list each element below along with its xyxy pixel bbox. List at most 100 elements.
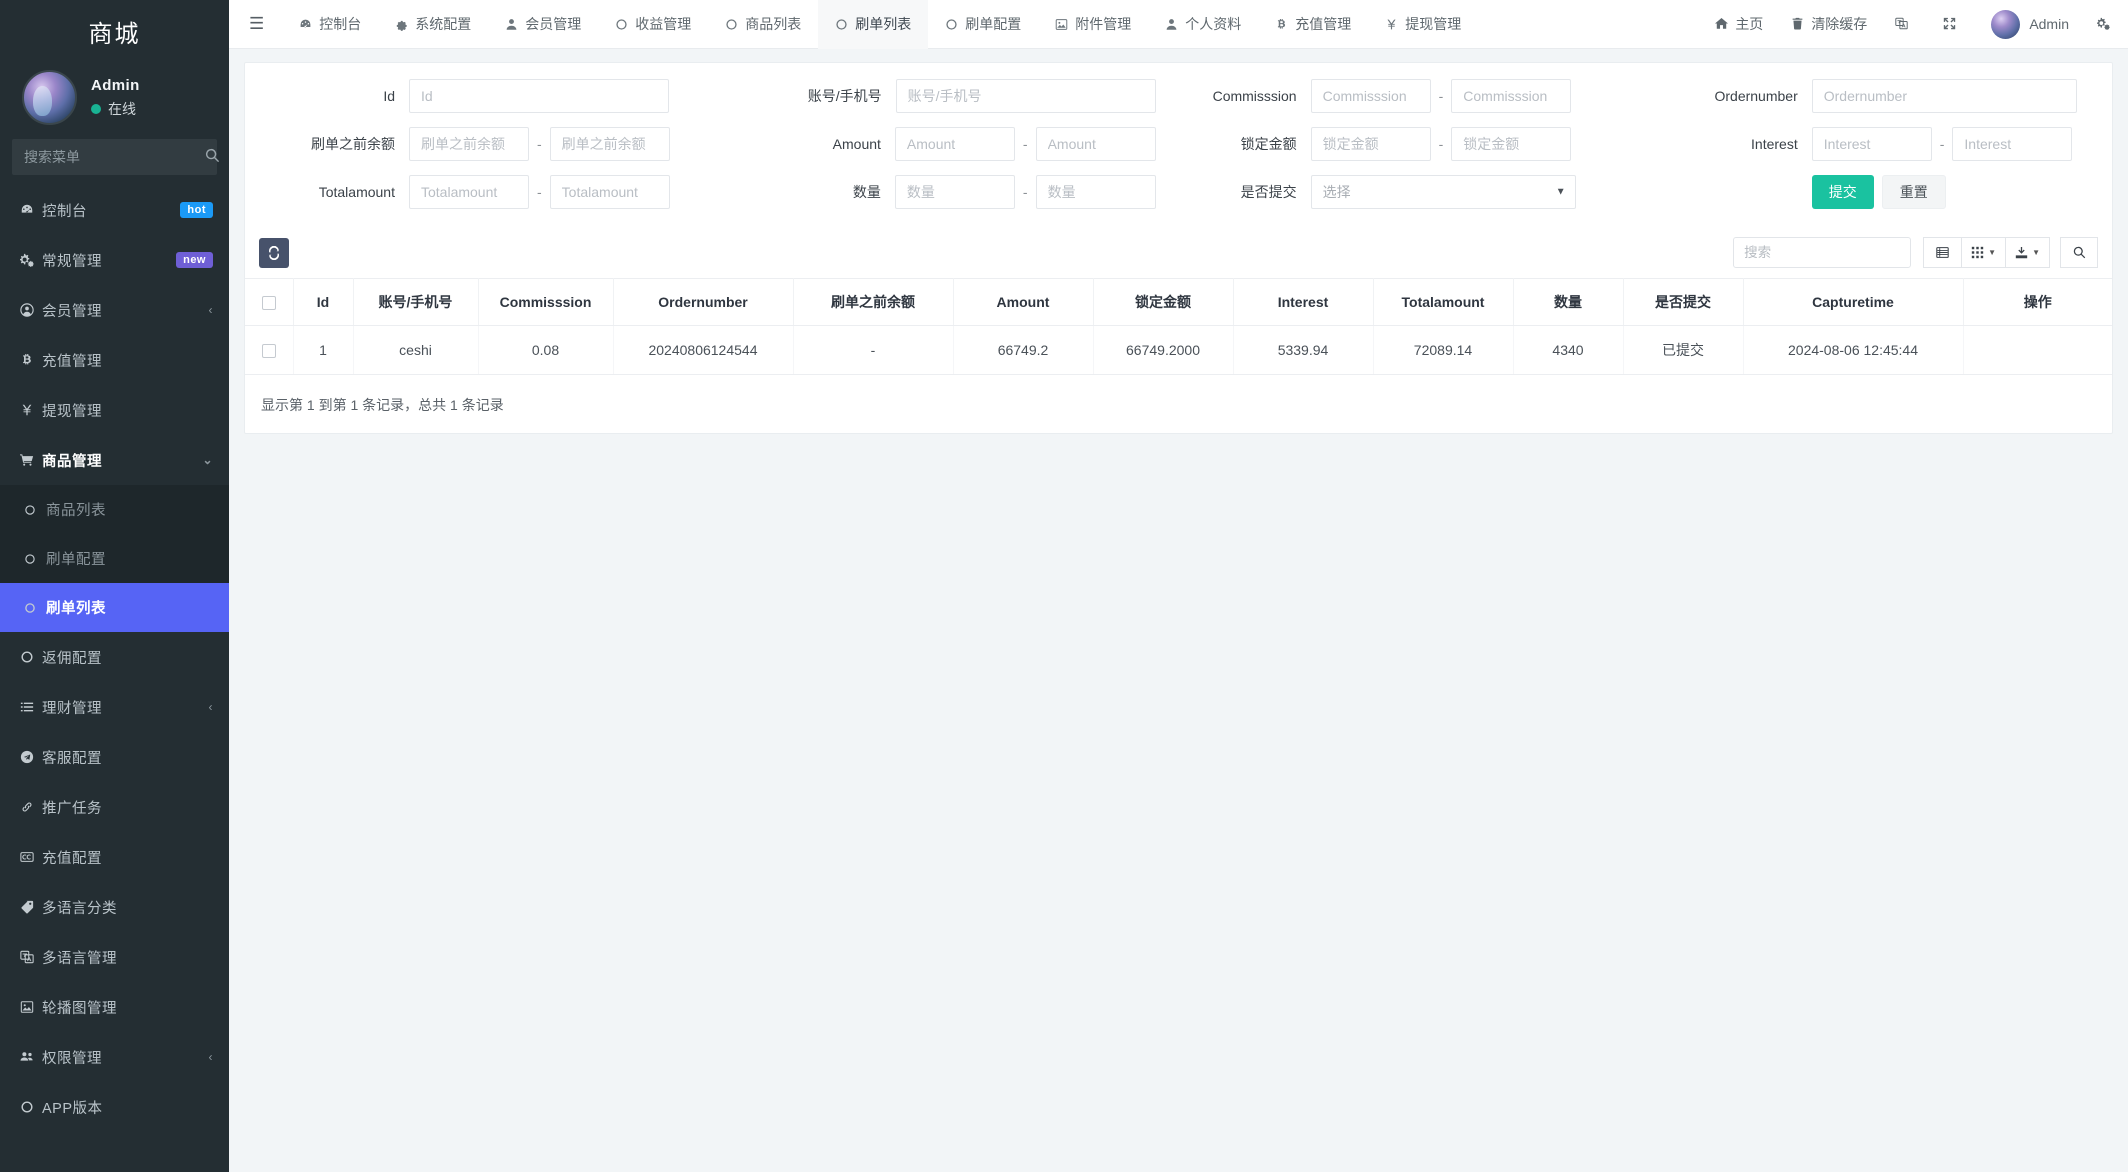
row-checkbox[interactable]	[261, 344, 276, 359]
column-quantity[interactable]: 数量	[1513, 278, 1624, 326]
range-separator: -	[537, 136, 542, 152]
gears-icon	[20, 253, 42, 267]
home-link[interactable]: 主页	[1701, 14, 1777, 34]
submit-button[interactable]: 提交	[1811, 175, 1874, 209]
settings-button[interactable]	[2083, 17, 2110, 32]
column-lock-amount[interactable]: 锁定金额	[1093, 278, 1234, 326]
refresh-button[interactable]	[259, 237, 289, 268]
tab-label: 个人资料	[1185, 16, 1242, 32]
column-amount[interactable]: Amount	[953, 278, 1094, 326]
clear-cache-label: 清除缓存	[1811, 16, 1868, 32]
chevron-left-icon: ‹	[208, 303, 213, 317]
sidebar-item-label: 商品管理	[42, 453, 102, 470]
range-separator: -	[1022, 136, 1028, 152]
column-submitted[interactable]: 是否提交	[1623, 278, 1744, 326]
search-menu-input[interactable]	[24, 149, 205, 165]
tab-revenue-management[interactable]: 收益管理	[598, 0, 708, 49]
export-button[interactable]: ▼	[2005, 237, 2050, 268]
chevron-down-icon: ▼	[2032, 248, 2040, 257]
tab-profile[interactable]: 个人资料	[1148, 0, 1258, 49]
toolbar-button-group: ▼ ▼	[1923, 237, 2050, 268]
content-area: Id 账号/手机号 Commisssion -	[229, 49, 2128, 1172]
fullscreen-button[interactable]	[1929, 17, 1977, 32]
tab-dashboard[interactable]: 控制台	[282, 0, 378, 49]
column-before-balance[interactable]: 刷单之前余额	[793, 278, 954, 326]
sidebar-item-product-management: 商品管理 ⌄ 商品列表 刷单配置 刷单列表	[0, 435, 229, 632]
cell-action[interactable]	[1963, 325, 2112, 375]
label-submitted: 是否提交	[1240, 184, 1297, 200]
link-icon	[20, 800, 42, 814]
lock-amount-to-input[interactable]	[1451, 127, 1572, 161]
circle-icon	[725, 18, 738, 31]
column-totalamount[interactable]: Totalamount	[1373, 278, 1514, 326]
column-ordernumber[interactable]: Ordernumber	[613, 278, 794, 326]
circle-icon	[24, 553, 46, 565]
amount-from-input[interactable]	[894, 127, 1015, 161]
before-balance-to-input[interactable]	[549, 127, 670, 161]
tab-recharge-management[interactable]: 充值管理	[1258, 0, 1368, 49]
quantity-to-input[interactable]	[1035, 175, 1156, 209]
amount-to-input[interactable]	[1035, 127, 1156, 161]
tab-label: 商品列表	[745, 16, 802, 32]
commission-to-input[interactable]	[1451, 79, 1572, 113]
table-row[interactable]: 1 ceshi 0.08 20240806124544 - 66749.2 66…	[245, 325, 2112, 375]
row-select-cell[interactable]	[245, 325, 294, 375]
language-switcher[interactable]	[1881, 17, 1929, 32]
tab-label: 系统配置	[415, 16, 472, 32]
sidebar-item-permission: 权限管理 ‹	[0, 1032, 229, 1082]
ordernumber-input[interactable]	[1811, 79, 2077, 113]
label-amount: Amount	[832, 136, 881, 152]
form-row-2: 刷单之前余额 - Amount -	[259, 127, 2098, 161]
tab-system-config[interactable]: 系统配置	[378, 0, 488, 49]
table-header-row: Id 账号/手机号 Commisssion Ordernumber 刷单之前余额…	[245, 278, 2112, 326]
lock-amount-from-input[interactable]	[1310, 127, 1431, 161]
column-action[interactable]: 操作	[1963, 278, 2112, 326]
top-navigation: 控制台 系统配置 会员管理 收益管理 商品列表 刷单列表 刷单配置 附件管理 个…	[282, 0, 1701, 49]
sidebar-item-promotion-task: 推广任务	[0, 782, 229, 832]
column-account[interactable]: 账号/手机号	[353, 278, 479, 326]
search-button[interactable]	[2060, 237, 2098, 268]
label-before-balance: 刷单之前余额	[311, 136, 395, 152]
column-id[interactable]: Id	[293, 278, 354, 326]
menu-toggle-icon[interactable]: ☰	[229, 14, 282, 34]
column-capturetime[interactable]: Capturetime	[1743, 278, 1964, 326]
tab-order-list[interactable]: 刷单列表	[818, 0, 929, 49]
tab-label: 控制台	[319, 16, 362, 32]
tab-order-config[interactable]: 刷单配置	[928, 0, 1038, 49]
bitcoin-icon	[20, 353, 42, 367]
column-commission[interactable]: Commisssion	[478, 278, 614, 326]
reset-button[interactable]: 重置	[1881, 175, 1946, 209]
clear-cache-button[interactable]: 清除缓存	[1777, 14, 1881, 34]
totalamount-from-input[interactable]	[409, 175, 529, 209]
totalamount-to-input[interactable]	[549, 175, 670, 209]
commission-from-input[interactable]	[1310, 79, 1431, 113]
table-search-input[interactable]	[1733, 237, 1912, 268]
interest-from-input[interactable]	[1811, 127, 1932, 161]
top-right-actions: 主页 清除缓存 Admin	[1701, 9, 2128, 39]
before-balance-from-input[interactable]	[409, 127, 529, 161]
tab-product-list[interactable]: 商品列表	[708, 0, 818, 49]
quantity-from-input[interactable]	[894, 175, 1015, 209]
column-interest[interactable]: Interest	[1233, 278, 1374, 326]
submitted-select[interactable]: 选择	[1310, 175, 1576, 209]
tab-attachment-management[interactable]: 附件管理	[1038, 0, 1148, 49]
account-menu[interactable]: Admin	[1977, 9, 2083, 39]
column-select-all[interactable]	[245, 278, 294, 326]
account-input[interactable]	[895, 79, 1156, 113]
interest-to-input[interactable]	[1952, 127, 2073, 161]
cell-quantity: 4340	[1513, 325, 1624, 375]
tab-member-management[interactable]: 会员管理	[488, 0, 598, 49]
select-all-checkbox[interactable]	[261, 296, 276, 311]
refresh-icon	[269, 245, 279, 260]
range-separator: -	[1438, 136, 1444, 152]
sidebar-search[interactable]	[12, 139, 220, 175]
columns-toggle-button[interactable]	[1923, 237, 1962, 268]
cell-id: 1	[293, 325, 354, 375]
tab-withdraw-management[interactable]: 提现管理	[1368, 0, 1478, 49]
id-input[interactable]	[409, 79, 669, 113]
sidebar-item-recharge-config: 充值配置	[0, 832, 229, 882]
search-icon[interactable]	[205, 148, 220, 166]
tab-label: 收益管理	[635, 16, 692, 32]
sidebar-item-label: 返佣配置	[42, 650, 102, 667]
grid-view-button[interactable]: ▼	[1961, 237, 2006, 268]
